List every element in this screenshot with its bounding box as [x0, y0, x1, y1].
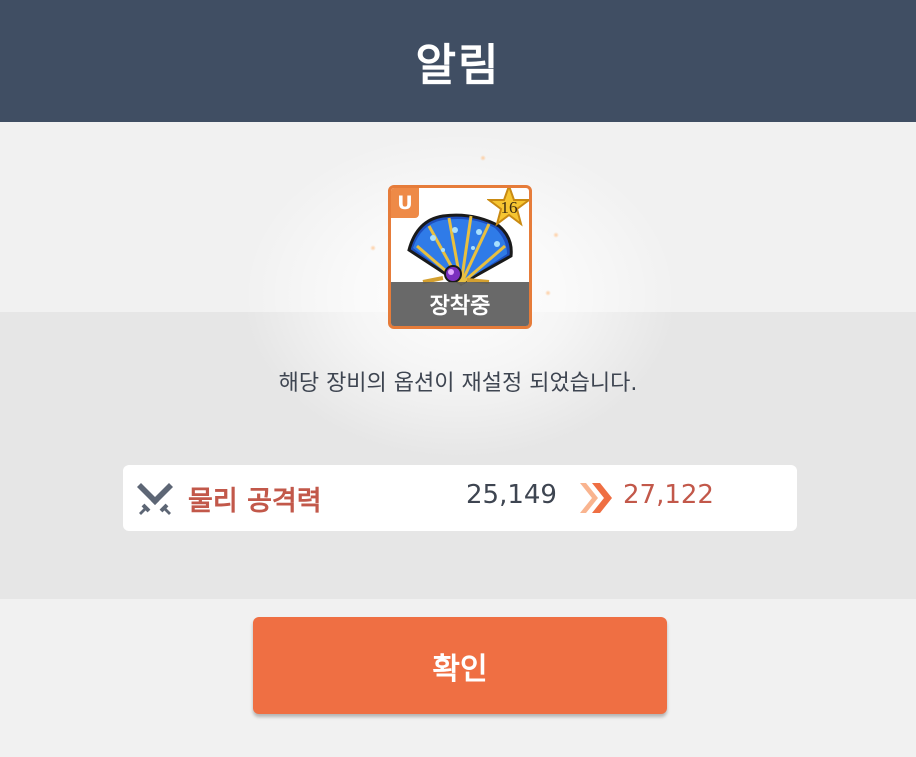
stat-new-value: 27,122 [623, 480, 714, 510]
double-chevron-right-icon [580, 483, 612, 513]
stat-name: 물리 공격력 [188, 486, 322, 517]
star-level: 16 [500, 198, 518, 217]
item-slot[interactable]: U 16 장착중 [388, 185, 532, 329]
crossed-swords-icon [137, 483, 173, 515]
sparkle [553, 232, 559, 238]
stat-old-value: 25,149 [466, 480, 557, 510]
notification-dialog: 알림 U 16 장착중 해당 장비의 옵션이 재설정 되었습니다. 물리 공격력… [0, 0, 916, 757]
sparkle [480, 155, 486, 161]
dialog-header: 알림 [0, 0, 916, 122]
equipped-label: 장착중 [391, 282, 529, 326]
sparkle [545, 290, 551, 296]
sparkle [370, 245, 376, 251]
result-message: 해당 장비의 옵션이 재설정 되었습니다. [278, 371, 638, 396]
grade-badge: U [391, 188, 419, 218]
stat-row: 물리 공격력 25,149 27,122 [123, 465, 797, 531]
confirm-button[interactable]: 확인 [253, 617, 667, 714]
dialog-title: 알림 [415, 40, 501, 91]
